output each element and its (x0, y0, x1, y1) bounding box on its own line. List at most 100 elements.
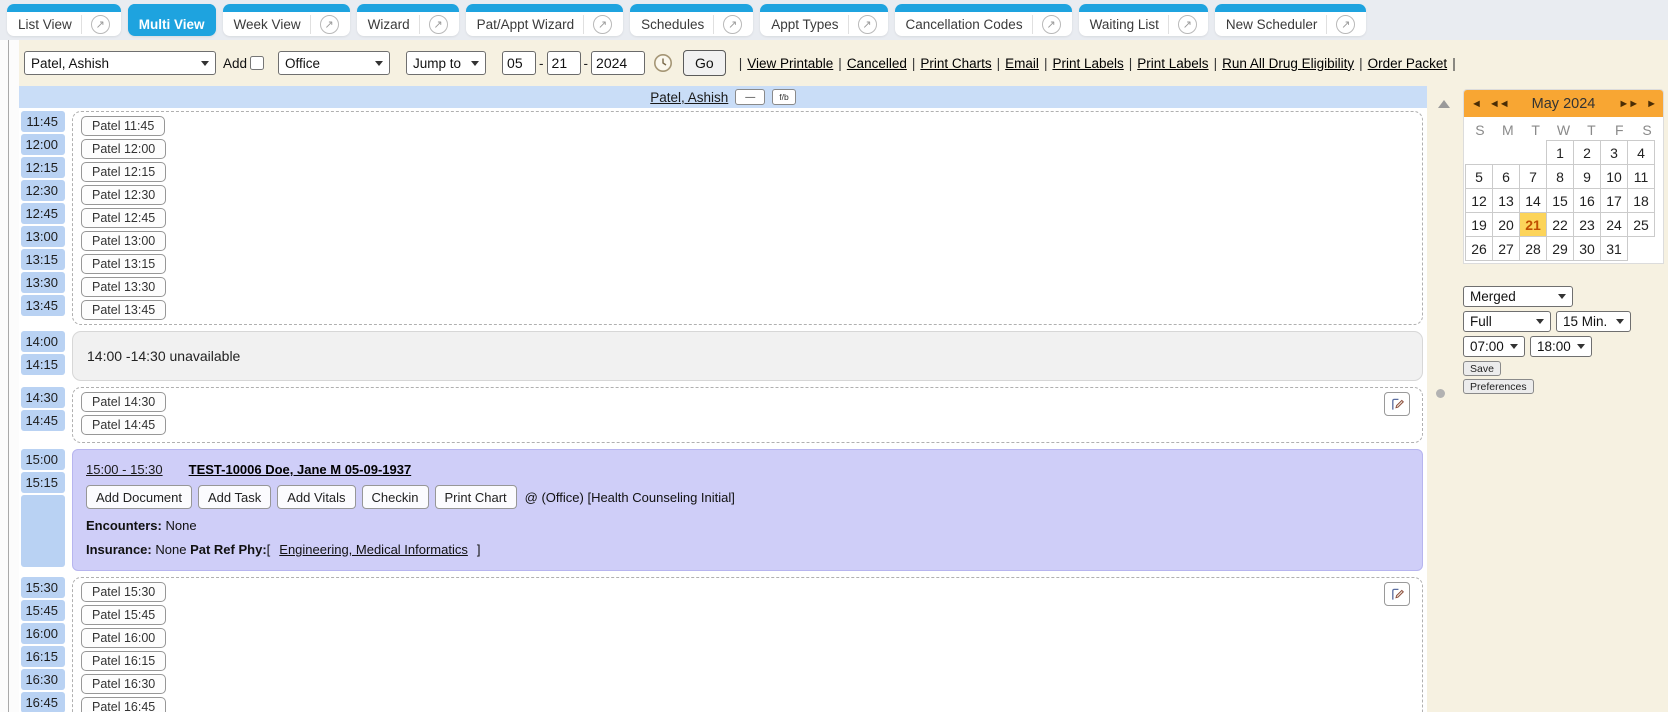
mini-calendar-day[interactable]: 23 (1573, 212, 1601, 237)
appointment-action-button[interactable]: Print Chart (435, 485, 517, 509)
toolbar-link[interactable]: Order Packet (1368, 56, 1448, 71)
mini-calendar-day[interactable]: 31 (1600, 236, 1628, 261)
mini-calendar-day[interactable]: 21 (1519, 212, 1547, 237)
date-day-input[interactable] (547, 51, 581, 75)
slot-button[interactable]: Patel 15:45 (81, 605, 166, 625)
provider-select[interactable]: Patel, Ashish (24, 51, 216, 75)
appointment-action-button[interactable]: Add Vitals (277, 485, 355, 509)
open-new-window-icon[interactable]: ↗ (419, 15, 448, 34)
open-new-window-icon[interactable]: ↗ (81, 15, 110, 34)
time-label[interactable]: 13:45 (21, 295, 65, 316)
mini-calendar-day[interactable]: 26 (1465, 236, 1493, 261)
time-label[interactable]: 15:00 (21, 449, 65, 470)
open-new-window-icon[interactable]: ↗ (310, 15, 339, 34)
add-checkbox[interactable] (250, 56, 264, 70)
time-label[interactable]: 11:45 (21, 111, 65, 132)
tab-appt-types[interactable]: Appt Types↗ (760, 4, 887, 36)
mini-calendar-day[interactable]: 22 (1546, 212, 1574, 237)
mini-calendar-day[interactable]: 2 (1573, 140, 1601, 165)
mini-calendar-day[interactable]: 18 (1627, 188, 1655, 213)
tab-waiting-list[interactable]: Waiting List↗ (1079, 4, 1208, 36)
time-label[interactable]: 15:15 (21, 472, 65, 493)
slot-button[interactable]: Patel 12:15 (81, 162, 166, 182)
slot-button[interactable]: Patel 12:00 (81, 139, 166, 159)
open-new-window-icon[interactable]: ↗ (848, 15, 877, 34)
referring-physician-link[interactable]: Engineering, Medical Informatics (279, 542, 468, 557)
mini-calendar-day[interactable]: 5 (1465, 164, 1493, 189)
mini-calendar-day[interactable]: 28 (1519, 236, 1547, 261)
mini-calendar-day[interactable]: 19 (1465, 212, 1493, 237)
slot-button[interactable]: Patel 13:15 (81, 254, 166, 274)
time-label[interactable]: 14:15 (21, 354, 65, 375)
frame-resize-handle[interactable] (1436, 389, 1445, 398)
time-label[interactable]: 13:00 (21, 226, 65, 247)
appointment-block[interactable]: 15:00 - 15:30 TEST-10006 Doe, Jane M 05-… (72, 449, 1423, 571)
toolbar-link[interactable]: Cancelled (847, 56, 907, 71)
mini-calendar-day[interactable]: 13 (1492, 188, 1520, 213)
mini-calendar-day[interactable]: 16 (1573, 188, 1601, 213)
start-time-select[interactable]: 07:00 (1463, 336, 1525, 357)
size-select[interactable]: Full (1463, 311, 1551, 332)
time-label[interactable]: 16:00 (21, 623, 65, 644)
time-label[interactable]: 15:45 (21, 600, 65, 621)
mini-calendar-day[interactable]: 6 (1492, 164, 1520, 189)
scroll-up-icon[interactable] (1438, 100, 1450, 108)
edit-slot-button[interactable] (1384, 582, 1410, 606)
open-new-window-icon[interactable]: ↗ (1168, 15, 1197, 34)
open-new-window-icon[interactable]: ↗ (1326, 15, 1355, 34)
time-label[interactable]: 12:15 (21, 157, 65, 178)
slot-button[interactable]: Patel 16:15 (81, 651, 166, 671)
save-button[interactable]: Save (1463, 361, 1501, 376)
slot-button[interactable]: Patel 16:45 (81, 697, 166, 712)
toolbar-link[interactable]: Email (1005, 56, 1039, 71)
appointment-action-button[interactable]: Add Document (86, 485, 192, 509)
time-label[interactable]: 12:00 (21, 134, 65, 155)
appointment-patient-link[interactable]: TEST-10006 Doe, Jane M 05-09-1937 (189, 462, 412, 477)
tab-wizard[interactable]: Wizard↗ (357, 4, 459, 36)
time-label[interactable]: 13:15 (21, 249, 65, 270)
toolbar-link[interactable]: View Printable (747, 56, 833, 71)
slot-button[interactable]: Patel 13:30 (81, 277, 166, 297)
open-new-window-icon[interactable]: ↗ (713, 15, 742, 34)
tab-multi-view[interactable]: Multi View (128, 4, 216, 36)
slot-button[interactable]: Patel 12:30 (81, 185, 166, 205)
tab-pat-appt-wizard[interactable]: Pat/Appt Wizard↗ (466, 4, 624, 36)
open-new-window-icon[interactable]: ↗ (1032, 15, 1061, 34)
appointment-action-button[interactable]: Checkin (362, 485, 429, 509)
time-label[interactable]: 12:45 (21, 203, 65, 224)
mini-calendar-day[interactable]: 7 (1519, 164, 1547, 189)
open-new-window-icon[interactable]: ↗ (583, 15, 612, 34)
mini-calendar-day[interactable]: 17 (1600, 188, 1628, 213)
provider-header-link[interactable]: Patel, Ashish (650, 90, 728, 105)
mini-calendar-day[interactable]: 9 (1573, 164, 1601, 189)
mini-calendar-day[interactable]: 24 (1600, 212, 1628, 237)
mini-calendar-day[interactable]: 12 (1465, 188, 1493, 213)
tab-cancellation-codes[interactable]: Cancellation Codes↗ (895, 4, 1072, 36)
prev-arrow-icon[interactable]: ◄ (1471, 98, 1481, 110)
appointment-action-button[interactable]: Add Task (198, 485, 271, 509)
toolbar-link[interactable]: Print Charts (920, 56, 991, 71)
slot-button[interactable]: Patel 14:45 (81, 415, 166, 435)
mini-calendar-day[interactable]: 8 (1546, 164, 1574, 189)
date-month-input[interactable] (502, 51, 536, 75)
time-label[interactable]: 13:30 (21, 272, 65, 293)
slot-button[interactable]: Patel 11:45 (81, 116, 165, 136)
slot-button[interactable]: Patel 13:00 (81, 231, 166, 251)
next-arrow-icon[interactable]: ► (1646, 98, 1656, 110)
mini-calendar-day[interactable]: 15 (1546, 188, 1574, 213)
mini-calendar-day[interactable]: 4 (1627, 140, 1655, 165)
tab-schedules[interactable]: Schedules↗ (630, 4, 753, 36)
view-mode-select[interactable]: Merged (1463, 286, 1573, 307)
mini-calendar-day[interactable]: 30 (1573, 236, 1601, 261)
slot-button[interactable]: Patel 15:30 (81, 582, 166, 602)
end-time-select[interactable]: 18:00 (1530, 336, 1592, 357)
time-label[interactable]: 14:00 (21, 331, 65, 352)
date-year-input[interactable] (591, 51, 645, 75)
appointment-time-link[interactable]: 15:00 - 15:30 (86, 462, 163, 477)
slot-button[interactable]: Patel 12:45 (81, 208, 166, 228)
interval-select[interactable]: 15 Min. (1556, 311, 1631, 332)
mini-calendar-day[interactable]: 27 (1492, 236, 1520, 261)
mini-calendar-day[interactable]: 29 (1546, 236, 1574, 261)
go-button[interactable]: Go (683, 50, 726, 76)
mini-calendar-day[interactable]: 10 (1600, 164, 1628, 189)
